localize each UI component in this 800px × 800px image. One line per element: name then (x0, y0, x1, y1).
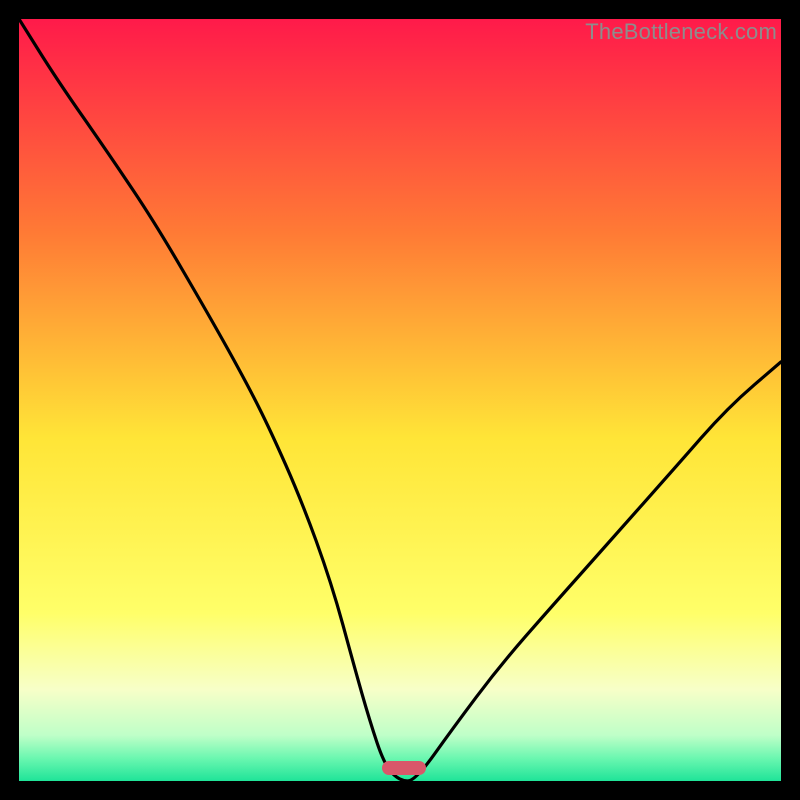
watermark-text: TheBottleneck.com (585, 19, 777, 45)
optimum-marker (382, 761, 426, 775)
chart-frame: TheBottleneck.com (19, 19, 781, 781)
gradient-plot-background (19, 19, 781, 781)
